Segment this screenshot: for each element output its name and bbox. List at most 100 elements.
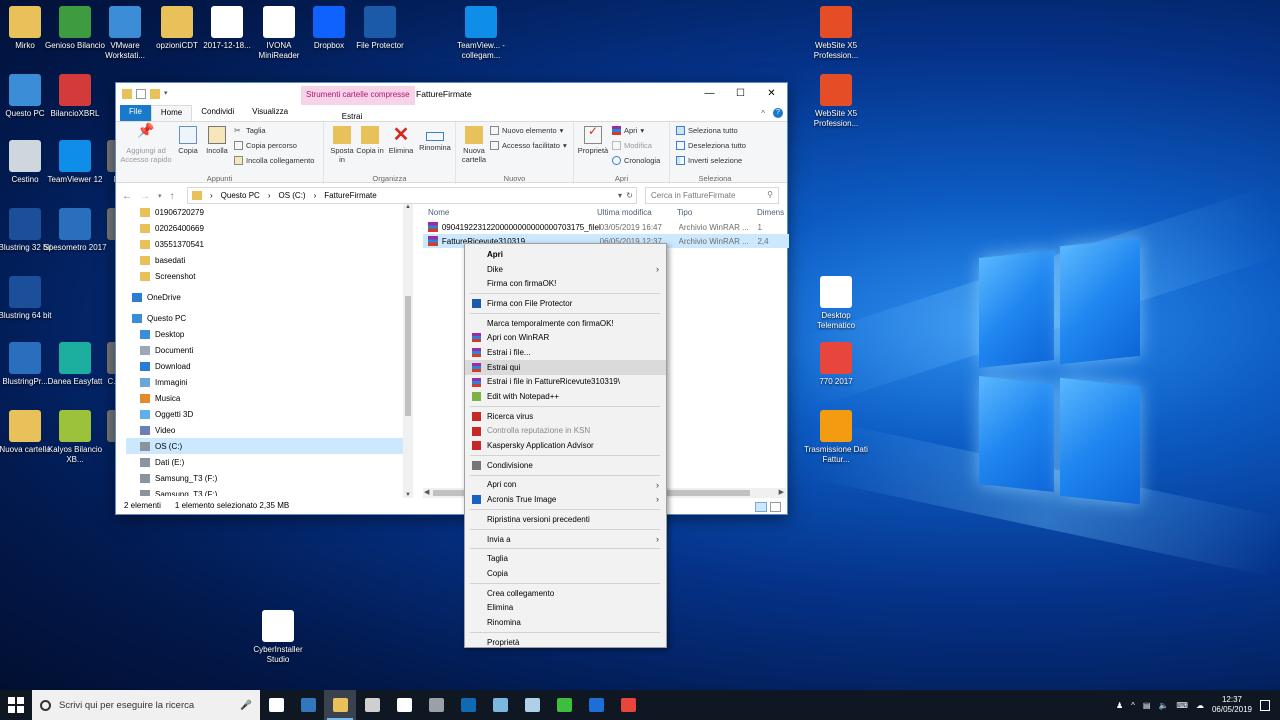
breadcrumb[interactable]: › Questo PC › OS (C:) › FattureFirmate ▾… xyxy=(187,187,637,204)
scroll-right-arrow-icon[interactable]: ▶ xyxy=(779,488,784,496)
taskbar-app[interactable] xyxy=(516,690,548,720)
microphone-icon[interactable]: 🎤 xyxy=(240,700,252,711)
desktop-shortcut[interactable]: Trasmissione Dati Fattur... xyxy=(803,410,869,465)
context-menu-item[interactable]: Apri con WinRAR xyxy=(465,330,666,345)
context-menu-item[interactable]: Marca temporalmente con firmaOK! xyxy=(465,316,666,331)
select-all-button[interactable]: Seleziona tutto xyxy=(676,126,738,135)
breadcrumb-item[interactable]: OS (C:) xyxy=(278,191,305,200)
desktop-shortcut[interactable]: TeamView... - collegam... xyxy=(448,6,514,61)
invert-selection-button[interactable]: Inverti selezione xyxy=(676,156,742,165)
clock[interactable]: 12:37 06/05/2019 xyxy=(1212,695,1252,715)
details-view-icon[interactable] xyxy=(755,502,767,512)
nav-item[interactable]: Oggetti 3D xyxy=(126,406,412,422)
taskbar-app[interactable] xyxy=(388,690,420,720)
scroll-left-arrow-icon[interactable]: ◀ xyxy=(424,488,429,496)
forward-arrow-icon[interactable]: → xyxy=(140,191,150,202)
context-menu-item[interactable]: Acronis True Image › xyxy=(465,492,666,507)
copy-path-button[interactable]: Copia percorso xyxy=(234,141,297,150)
desktop-shortcut[interactable]: CyberInstaller Studio xyxy=(245,610,311,665)
nav-item[interactable]: Video xyxy=(126,422,412,438)
nav-item[interactable]: Download xyxy=(126,358,412,374)
people-icon[interactable]: ♟ xyxy=(1116,701,1123,710)
file-row[interactable]: 09041922312200000000000000703175_filePr.… xyxy=(423,220,789,234)
nav-item[interactable]: Dati (E:) xyxy=(126,454,412,470)
taskbar-app[interactable] xyxy=(580,690,612,720)
column-name[interactable]: Nome xyxy=(423,208,597,217)
taskbar-app[interactable] xyxy=(548,690,580,720)
tab-home[interactable]: Home xyxy=(150,105,193,121)
breadcrumb-item[interactable]: FattureFirmate xyxy=(324,191,376,200)
context-menu-item[interactable]: Invia a › xyxy=(465,532,666,547)
taskbar-app[interactable] xyxy=(324,690,356,720)
chevron-up-icon[interactable]: ^ xyxy=(761,109,765,118)
copy-button[interactable]: Copia xyxy=(174,126,202,155)
tab-view[interactable]: Visualizza xyxy=(243,105,297,121)
start-button[interactable] xyxy=(0,690,32,720)
desktop-shortcut[interactable]: Desktop Telematico xyxy=(803,276,869,331)
show-hidden-icons-icon[interactable]: ^ xyxy=(1131,701,1135,710)
taskbar-app[interactable] xyxy=(260,690,292,720)
context-menu-item[interactable]: Proprietà xyxy=(465,635,666,650)
network-icon[interactable]: ▤ xyxy=(1143,701,1151,710)
pin-quick-access-button[interactable]: 📌 Aggiungi ad Accesso rapido xyxy=(120,123,172,164)
tab-extract[interactable]: Estrai xyxy=(301,109,403,121)
context-menu-item[interactable]: Copia xyxy=(465,566,666,581)
onedrive-tray-icon[interactable]: ☁ xyxy=(1196,701,1204,710)
chevron-down-icon[interactable]: ▾ xyxy=(164,89,170,99)
column-type[interactable]: Tipo xyxy=(677,208,757,217)
close-button[interactable]: ✕ xyxy=(756,83,787,104)
cut-button[interactable]: ✂ Taglia xyxy=(234,126,266,135)
properties-icon[interactable] xyxy=(136,89,146,99)
context-menu-item[interactable]: Dike › xyxy=(465,262,666,277)
context-menu-item[interactable]: Ripristina versioni precedenti xyxy=(465,512,666,527)
paste-shortcut-button[interactable]: Incolla collegamento xyxy=(234,156,314,165)
context-menu-item[interactable]: Kaspersky Application Advisor xyxy=(465,438,666,453)
edit-button[interactable]: Modifica xyxy=(612,141,652,150)
volume-icon[interactable]: 🔈 xyxy=(1158,701,1168,710)
taskbar-app[interactable] xyxy=(356,690,388,720)
taskbar-app[interactable] xyxy=(420,690,452,720)
delete-button[interactable]: ✕ Elimina xyxy=(388,125,414,155)
nav-item[interactable]: Desktop xyxy=(126,326,412,342)
desktop-shortcut[interactable]: WebSite X5 Profession... xyxy=(803,74,869,129)
desktop-shortcut[interactable]: 770 2017 xyxy=(803,342,869,387)
paste-button[interactable]: Incolla xyxy=(203,126,231,155)
nav-item[interactable]: 03551370541 xyxy=(126,236,412,252)
breadcrumb-item[interactable]: Questo PC xyxy=(221,191,260,200)
chevron-down-icon[interactable]: ▾ xyxy=(618,191,622,200)
scrollbar-thumb[interactable] xyxy=(405,296,411,416)
desktop-shortcut[interactable]: WebSite X5 Profession... xyxy=(803,6,869,61)
nav-item[interactable]: Screenshot xyxy=(126,268,412,284)
context-menu-item[interactable]: Estrai i file... xyxy=(465,345,666,360)
keyboard-icon[interactable]: ⌨ xyxy=(1176,701,1188,710)
select-none-button[interactable]: Deseleziona tutto xyxy=(676,141,746,150)
taskbar-app[interactable] xyxy=(292,690,324,720)
large-icons-view-icon[interactable] xyxy=(770,502,781,512)
easy-access-button[interactable]: Accesso facilitato ▾ xyxy=(490,141,567,150)
context-menu-item[interactable]: Controlla reputazione in KSN xyxy=(465,424,666,439)
context-menu-item[interactable]: Estrai qui xyxy=(465,359,666,375)
nav-item[interactable]: 02026400669 xyxy=(126,220,412,236)
up-arrow-icon[interactable]: ↑ xyxy=(170,191,175,202)
taskbar-app[interactable] xyxy=(484,690,516,720)
context-menu-item[interactable]: Firma con firmaOK! xyxy=(465,276,666,291)
refresh-icon[interactable]: ↻ xyxy=(626,191,633,200)
move-to-button[interactable]: Sposta in xyxy=(328,126,356,164)
back-arrow-icon[interactable]: ← xyxy=(122,191,132,202)
nav-item[interactable]: Musica xyxy=(126,390,412,406)
nav-item[interactable]: Samsung_T3 (F:) xyxy=(126,486,412,496)
minimize-button[interactable]: — xyxy=(694,83,725,104)
history-button[interactable]: Cronologia xyxy=(612,156,660,165)
nav-item[interactable]: basedati xyxy=(126,252,412,268)
taskbar-app[interactable] xyxy=(612,690,644,720)
column-size[interactable]: Dimens xyxy=(757,208,789,217)
copy-to-button[interactable]: Copia in xyxy=(356,126,384,155)
context-menu-item[interactable]: Condivisione xyxy=(465,458,666,473)
context-menu-item[interactable]: Ricerca virus xyxy=(465,409,666,424)
navigation-scrollbar[interactable]: ▲ ▼ xyxy=(403,204,413,498)
nav-item[interactable]: 01906720279 xyxy=(126,204,412,220)
folder-icon[interactable] xyxy=(122,89,132,99)
new-item-button[interactable]: Nuovo elemento ▾ xyxy=(490,126,563,135)
rename-button[interactable]: Rinomina xyxy=(418,126,452,152)
nav-item[interactable]: OS (C:) xyxy=(126,438,412,454)
